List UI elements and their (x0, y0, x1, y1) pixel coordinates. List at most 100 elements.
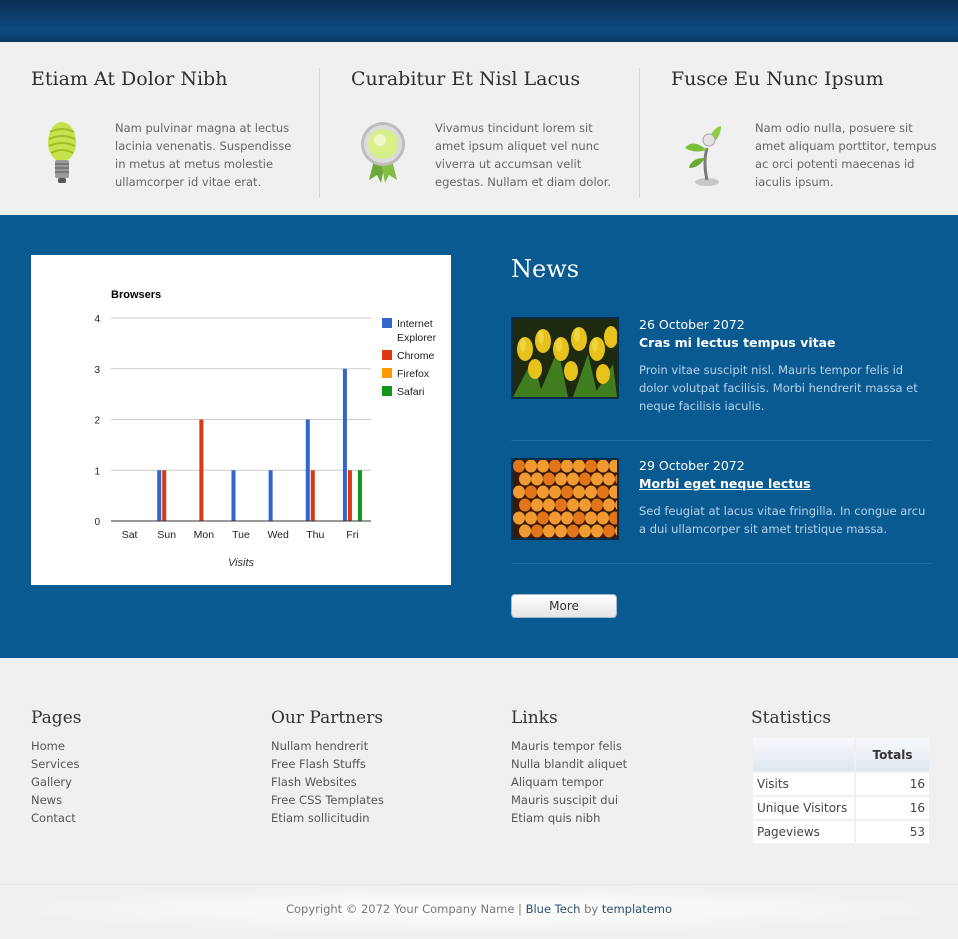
legend-swatch (382, 350, 392, 360)
footer-link[interactable]: Free CSS Templates (271, 791, 384, 809)
chart-title: Browsers (111, 289, 161, 301)
footer-link[interactable]: Mauris tempor felis (511, 737, 627, 755)
legend-label: Chrome (397, 350, 435, 362)
content-section: Browsers 0 1 2 3 4 Sat Sun Mon Tue Wed Thu Fri Inte… (0, 215, 958, 658)
footer-statistics: Statistics (751, 708, 831, 737)
chart-bar (305, 419, 310, 521)
chart-bar (199, 419, 204, 521)
table-header-totals: Totals (856, 738, 929, 771)
feature-title: Fusce Eu Nunc Ipsum (671, 68, 884, 90)
x-tick-label: Sat (122, 529, 138, 541)
feature-title: Etiam At Dolor Nibh (31, 68, 228, 90)
y-tick-label: 4 (94, 314, 100, 325)
x-tick-label: Thu (306, 529, 324, 541)
news-headline[interactable]: Morbi eget neque lectus (639, 476, 811, 491)
news-divider (511, 440, 931, 441)
x-tick-label: Wed (267, 529, 289, 541)
footer-links: Links Mauris tempor felis Nulla blandit … (511, 708, 627, 827)
stat-value: 16 (856, 773, 929, 795)
footer-link[interactable]: Flash Websites (271, 773, 384, 791)
stat-value: 53 (856, 821, 929, 843)
footer-heading: Links (511, 708, 558, 728)
news-date: 26 October 2072 (639, 317, 745, 332)
site-link[interactable]: Blue Tech (526, 902, 581, 916)
chart-bar (347, 470, 352, 521)
y-tick-label: 0 (94, 517, 100, 528)
legend-swatch (382, 318, 392, 328)
chart-bar (310, 470, 315, 521)
y-tick-label: 2 (94, 416, 100, 427)
table-row: Unique Visitors 16 (753, 797, 929, 819)
footer-link[interactable]: Etiam quis nibh (511, 809, 627, 827)
feature-divider (319, 68, 320, 198)
footer-link-gallery[interactable]: Gallery (31, 773, 81, 791)
news-text: Sed feugiat at lacus vitae fringilla. In… (639, 504, 926, 536)
feature-text: Nam odio nulla, posuere sit amet aliquam… (755, 121, 937, 189)
footer-link-contact[interactable]: Contact (31, 809, 81, 827)
features-section: Etiam At Dolor Nibh Nam pulvinar magna a… (0, 42, 958, 215)
copyright-by: by (580, 902, 602, 916)
news-text: Proin vitae suscipit nisl. Mauris tempor… (639, 363, 918, 413)
author-link[interactable]: templatemo (602, 902, 672, 916)
feature-text: Nam pulvinar magna at lectus lacinia ven… (115, 121, 292, 189)
footer-link[interactable]: Nulla blandit aliquet (511, 755, 627, 773)
footer-heading: Statistics (751, 708, 832, 728)
feature-text: Vivamus tincidunt lorem sit amet ipsum a… (435, 121, 612, 189)
copyright-bar: Copyright © 2072 Your Company Name | Blu… (0, 884, 958, 934)
footer-link[interactable]: Mauris suscipit dui (511, 791, 627, 809)
y-tick-label: 1 (94, 466, 100, 477)
legend-label: Internet Explorer (397, 318, 437, 344)
news-headline[interactable]: Cras mi lectus tempus vitae (639, 335, 836, 350)
news-date: 29 October 2072 (639, 458, 745, 473)
lightbulb-icon (41, 118, 91, 188)
chart-bar (357, 470, 362, 521)
stat-label: Pageviews (753, 821, 854, 843)
table-header-empty (753, 738, 854, 771)
award-ribbon-icon (361, 118, 411, 188)
table-row: Pageviews 53 (753, 821, 929, 843)
chart-bar (268, 470, 273, 521)
yellow-tulips-photo[interactable] (511, 317, 619, 399)
footer-heading: Our Partners (271, 708, 384, 728)
copyright-text: Copyright © 2072 Your Company Name | (285, 902, 526, 916)
footer-link[interactable]: Free Flash Stuffs (271, 755, 384, 773)
footer-link-news[interactable]: News (31, 791, 81, 809)
chart-panel: Browsers 0 1 2 3 4 Sat Sun Mon Tue Wed Thu Fri Inte… (31, 255, 451, 585)
news-item-2: 29 October 2072 Morbi eget neque lectus … (511, 458, 931, 558)
legend-swatch (382, 368, 392, 378)
x-axis-label: Visits (228, 557, 255, 569)
footer-link[interactable]: Nullam hendrerit (271, 737, 384, 755)
stat-value: 16 (856, 797, 929, 819)
footer-link-home[interactable]: Home (31, 737, 81, 755)
table-header-row: Totals (753, 738, 929, 771)
x-tick-label: Fri (346, 529, 358, 541)
news-item-1: 26 October 2072 Cras mi lectus tempus vi… (511, 317, 931, 437)
footer-link[interactable]: Etiam sollicitudin (271, 809, 384, 827)
feature-2: Curabitur Et Nisl Lacus Vivamus tincidun… (351, 68, 671, 198)
x-tick-label: Sun (157, 529, 176, 541)
table-row: Visits 16 (753, 773, 929, 795)
footer-heading: Pages (31, 708, 82, 728)
stat-label: Unique Visitors (753, 797, 854, 819)
feature-3: Fusce Eu Nunc Ipsum Nam odio nulla, posu… (671, 68, 958, 198)
footer-link[interactable]: Aliquam tempor (511, 773, 627, 791)
y-tick-label: 3 (94, 365, 100, 376)
footer-link-services[interactable]: Services (31, 755, 81, 773)
feature-title: Curabitur Et Nisl Lacus (351, 68, 581, 90)
stat-label: Visits (753, 773, 854, 795)
chart-bar (162, 470, 167, 521)
chart-bar (157, 470, 162, 521)
orange-tulips-photo[interactable] (511, 458, 619, 540)
footer-partners: Our Partners Nullam hendrerit Free Flash… (271, 708, 384, 827)
legend-label: Firefox (397, 368, 430, 380)
chart-bar (231, 470, 236, 521)
chart-bar (342, 368, 347, 521)
news-divider (511, 563, 931, 564)
feature-divider (639, 68, 640, 198)
footer-pages: Pages Home Services Gallery News Contact (31, 708, 81, 827)
plant-fan-icon (681, 118, 731, 188)
legend-label: Safari (397, 386, 424, 398)
statistics-table: Totals Visits 16 Unique Visitors 16 Page… (751, 736, 931, 845)
browsers-chart: Browsers 0 1 2 3 4 Sat Sun Mon Tue Wed Thu Fri Inte… (94, 289, 437, 569)
more-button[interactable]: More (511, 594, 617, 618)
